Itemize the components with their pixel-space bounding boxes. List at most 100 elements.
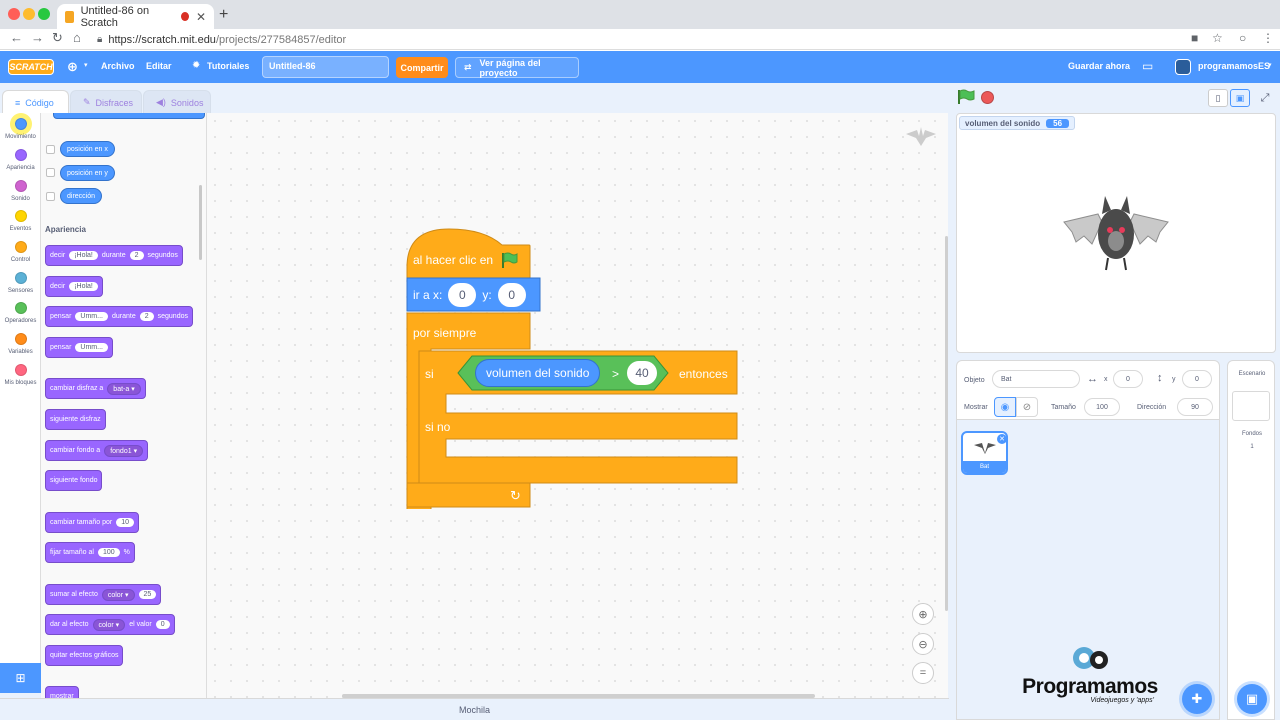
block-y-position[interactable]: posición en y [60,165,115,181]
block-think[interactable]: pensar Umm... [45,337,113,358]
block-motion-partial[interactable] [53,113,205,119]
block-input[interactable]: 100 [97,548,120,557]
maximize-window-icon[interactable] [38,8,50,20]
loudness-reporter[interactable]: volumen del sonido [475,359,601,387]
block-next-costume[interactable]: siguiente disfraz [45,409,106,430]
goto-x-input[interactable]: 0 [448,283,477,307]
when-flag-clicked-block[interactable]: al hacer clic en [413,251,518,269]
user-avatar[interactable] [1175,59,1191,75]
bat-sprite[interactable] [1062,192,1170,274]
block-set-size[interactable]: fijar tamaño al 100 % [45,542,135,563]
x-input[interactable]: 0 [1113,370,1143,388]
block-direction[interactable]: dirección [60,188,103,204]
backdrop-thumbnail[interactable] [1232,391,1270,421]
back-icon[interactable]: ← [10,30,23,45]
size-input[interactable]: 100 [1084,398,1120,416]
y-input[interactable]: 0 [1182,370,1212,388]
block-input[interactable]: ¡Hola! [69,282,98,291]
home-icon[interactable]: ⌂ [73,30,81,45]
browser-menu-icon[interactable]: ⋮ [1262,31,1274,45]
address-bar[interactable]: 🔒︎ https://scratch.mit.edu/projects/2775… [97,31,1175,48]
forever-block[interactable]: por siempre [413,326,476,340]
menu-tutoriales[interactable]: Tutoriales [207,61,249,71]
block-input[interactable]: Umm... [75,312,108,321]
zoom-reset-icon[interactable]: = [912,662,934,684]
zoom-out-icon[interactable]: ⊖ [912,633,934,655]
block-input[interactable]: 25 [138,590,157,599]
effect-dropdown[interactable]: color ▾ [92,618,126,631]
project-title-input[interactable]: Untitled-86 [262,56,389,78]
block-say-for-secs[interactable]: decir ¡Hola! durante 2 segundos [45,245,183,266]
checkbox-y-position[interactable] [46,168,55,177]
hide-eye-icon[interactable]: ⊘ [1016,397,1038,417]
add-backdrop-button[interactable]: ▣ [1237,684,1267,714]
block-switch-backdrop[interactable]: cambiar fondo a fondo1 ▾ [45,440,149,461]
tab-sounds[interactable]: ◀) Sonidos [143,90,211,114]
category-my-blocks[interactable]: Mis bloques [0,364,41,386]
tab-code[interactable]: ≡ Código [2,90,69,114]
category-operators[interactable]: Operadores [0,302,41,324]
small-stage-icon[interactable]: ▯ [1208,89,1228,107]
category-events[interactable]: Eventos [0,210,41,232]
menu-archivo[interactable]: Archivo [101,61,135,71]
tab-costumes[interactable]: ✎ Disfraces [70,90,142,114]
block-clear-effects[interactable]: quitar efectos gráficos [45,645,124,666]
forward-icon[interactable]: → [31,30,44,45]
category-sensing[interactable]: Sensores [0,272,41,294]
scratch-logo[interactable]: SCRATCH [8,59,54,75]
block-input[interactable]: ¡Hola! [69,251,98,260]
close-window-icon[interactable] [8,8,20,20]
block-set-effect[interactable]: dar al efecto color ▾ el valor 0 [45,614,175,635]
block-input[interactable]: 2 [139,312,154,321]
bookmark-star-icon[interactable]: ☆ [1212,31,1223,45]
block-x-position[interactable]: posición en x [60,141,115,157]
camera-icon[interactable]: ■ [1191,31,1198,45]
block-input[interactable]: 2 [129,251,144,260]
normal-stage-icon[interactable]: ▣ [1230,89,1250,107]
delete-sprite-icon[interactable]: ✕ [997,434,1006,444]
block-next-backdrop[interactable]: siguiente fondo [45,470,103,491]
show-eye-icon[interactable]: ◉ [994,397,1016,417]
minimize-window-icon[interactable] [23,8,35,20]
costume-dropdown[interactable]: bat-a ▾ [107,382,141,395]
block-switch-costume[interactable]: cambiar disfraz a bat-a ▾ [45,378,146,399]
save-now-button[interactable]: Guardar ahora [1068,61,1130,71]
category-looks[interactable]: Apariencia [0,149,41,171]
block-input[interactable]: 0 [155,620,170,629]
profile-icon[interactable]: ○ [1239,31,1246,45]
code-workspace[interactable]: al hacer clic en ir a x: 0 y: 0 por siem… [207,113,948,698]
green-flag-run-icon[interactable] [957,89,975,105]
block-change-size[interactable]: cambiar tamaño por 10 [45,512,140,533]
sprite-tile-bat[interactable]: ✕ Bat [961,431,1008,475]
block-say[interactable]: decir ¡Hola! [45,276,103,297]
threshold-input[interactable]: 40 [627,361,657,385]
if-else-block[interactable]: si [425,367,434,381]
category-control[interactable]: Control [0,241,41,263]
block-input[interactable]: 10 [116,518,135,527]
zoom-in-icon[interactable]: ⊕ [912,603,934,625]
browser-tab[interactable]: Untitled-86 on Scratch ✕ [57,4,214,29]
backpack[interactable]: Mochila [0,698,949,720]
share-button[interactable]: Compartir [396,57,448,78]
goto-xy-block[interactable]: ir a x: 0 y: 0 [413,283,526,307]
block-think-for-secs[interactable]: pensar Umm... durante 2 segundos [45,306,193,327]
backdrop-dropdown[interactable]: fondo1 ▾ [104,444,144,457]
effect-dropdown[interactable]: color ▾ [101,588,135,601]
vertical-scrollbar[interactable] [945,236,948,611]
sprite-name-input[interactable]: Bat [992,370,1080,388]
palette-scrollbar[interactable] [199,185,202,260]
direction-input[interactable]: 90 [1177,398,1213,416]
stage[interactable] [956,113,1276,353]
category-motion[interactable]: Movimiento [0,118,41,140]
goto-y-input[interactable]: 0 [497,283,526,307]
stop-icon[interactable] [981,91,994,104]
language-globe-icon[interactable]: ⊕ [67,59,78,75]
add-extension-button[interactable]: ⊞ [0,663,41,693]
fullscreen-icon[interactable]: ⤢ [1255,89,1275,107]
username[interactable]: programamosES [1198,61,1270,71]
loudness-monitor[interactable]: volumen del sonido 56 [959,116,1076,130]
block-input[interactable]: Umm... [75,343,108,352]
block-change-effect[interactable]: sumar al efecto color ▾ 25 [45,584,162,605]
my-stuff-folder-icon[interactable]: ▭ [1142,59,1153,73]
menu-editar[interactable]: Editar [146,61,172,71]
